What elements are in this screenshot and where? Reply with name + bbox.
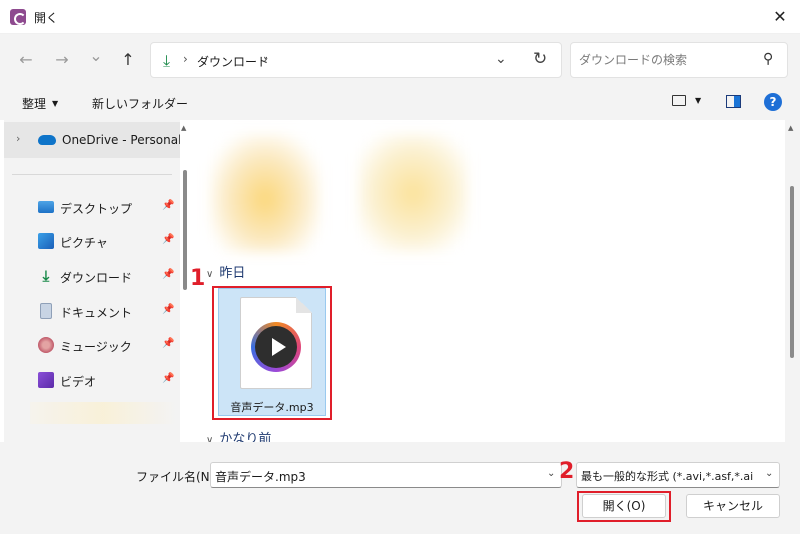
breadcrumb-separator[interactable]: ›: [263, 52, 268, 66]
organize-menu[interactable]: 整理 ▼: [22, 95, 58, 112]
refresh-icon[interactable]: ↻: [533, 49, 547, 69]
annotation-highlight-open: [577, 491, 671, 522]
close-button[interactable]: ✕: [762, 4, 798, 30]
group-label: 昨日: [219, 266, 246, 281]
sidebar-item-desktop[interactable]: デスクトップ 📌: [4, 190, 180, 224]
command-bar: 整理 ▼ 新しいフォルダー ▼ ?: [0, 86, 800, 120]
desktop-icon: [38, 201, 54, 213]
video-icon: [38, 372, 54, 388]
expand-chevron-icon[interactable]: ›: [16, 132, 20, 145]
chevron-down-icon: ∨: [206, 435, 214, 442]
documents-icon: [40, 303, 52, 319]
search-input[interactable]: [579, 51, 759, 69]
pin-icon: 📌: [162, 200, 175, 211]
sidebar-item-videos[interactable]: ビデオ 📌: [4, 363, 180, 397]
scroll-up-icon[interactable]: ▲: [788, 124, 793, 132]
navigation-pane: › OneDrive - Personal デスクトップ 📌 ピクチャ 📌 ⤓ …: [4, 120, 180, 442]
content-scrollbar[interactable]: [790, 186, 794, 358]
sidebar-item-pictures[interactable]: ピクチャ 📌: [4, 224, 180, 258]
sidebar-item-onedrive[interactable]: › OneDrive - Personal: [4, 122, 180, 158]
help-icon[interactable]: ?: [764, 93, 782, 111]
download-icon: ⤓: [163, 51, 171, 70]
new-folder-button[interactable]: 新しいフォルダー: [92, 95, 188, 112]
preview-pane-icon[interactable]: [726, 95, 741, 108]
pictures-icon: [38, 233, 54, 249]
blurred-thumbnail: [210, 134, 320, 252]
navigation-bar: ← → ⌄ ↑ ⤓ › ダウンロード › ⌄ ↻ ⚲: [0, 34, 800, 86]
group-label: かなり前: [219, 432, 272, 442]
chevron-down-icon: ∨: [206, 269, 214, 280]
filename-field[interactable]: 音声データ.mp3 ⌄: [210, 462, 562, 488]
sidebar-divider: [12, 174, 172, 175]
pin-icon: 📌: [162, 338, 175, 349]
up-arrow-icon[interactable]: ↑: [116, 48, 140, 72]
sidebar-scrollbar[interactable]: [183, 170, 187, 290]
window-title: 開く: [34, 11, 59, 25]
breadcrumb-downloads[interactable]: ダウンロード: [197, 53, 269, 70]
sidebar-item-documents[interactable]: ドキュメント 📌: [4, 294, 180, 328]
sidebar-item-label: ピクチャ: [60, 236, 108, 250]
filename-value[interactable]: 音声データ.mp3: [215, 468, 306, 485]
sidebar-item-label: ビデオ: [60, 375, 97, 389]
sidebar-item-label: ダウンロード: [60, 271, 133, 285]
caret-down-icon: ▼: [52, 99, 59, 108]
group-header-long-ago[interactable]: ∨ かなり前: [206, 428, 271, 442]
chevron-down-icon[interactable]: ⌄: [765, 468, 773, 479]
breadcrumb-separator: ›: [183, 52, 188, 66]
pin-icon: 📌: [162, 373, 175, 384]
onedrive-cloud-icon: [38, 135, 56, 145]
search-icon[interactable]: ⚲: [763, 51, 773, 67]
pin-icon: 📌: [162, 269, 175, 280]
pin-icon: 📌: [162, 304, 175, 315]
organize-label: 整理: [22, 97, 47, 111]
scroll-up-icon[interactable]: ▲: [181, 124, 186, 132]
forward-arrow-icon[interactable]: →: [50, 48, 74, 72]
app-icon: [10, 9, 26, 25]
filename-label: ファイル名(N):: [136, 470, 219, 484]
sidebar-item-music[interactable]: ミュージック 📌: [4, 328, 180, 362]
filetype-value: 最も一般的な形式 (*.avi,*.asf,*.ai: [581, 470, 754, 483]
chevron-down-icon[interactable]: ⌄: [547, 468, 555, 479]
sidebar-item-label: デスクトップ: [60, 202, 133, 216]
caret-down-icon[interactable]: ▼: [695, 96, 701, 105]
sidebar-item-label: ドキュメント: [60, 306, 133, 320]
back-arrow-icon[interactable]: ←: [14, 48, 38, 72]
sidebar-item-label: OneDrive - Personal: [62, 133, 180, 147]
blurred-thumbnail: [358, 134, 468, 252]
pin-icon: 📌: [162, 234, 175, 245]
sidebar-item-label: ミュージック: [60, 340, 132, 354]
view-mode-icon[interactable]: [672, 95, 686, 106]
filetype-select[interactable]: 最も一般的な形式 (*.avi,*.asf,*.ai ⌄: [576, 462, 780, 488]
recent-locations-icon[interactable]: ⌄: [84, 44, 108, 68]
cancel-button[interactable]: キャンセル: [686, 494, 780, 518]
search-box[interactable]: ⚲: [570, 42, 788, 78]
dialog-footer: ファイル名(N): 音声データ.mp3 ⌄ 最も一般的な形式 (*.avi,*.…: [0, 442, 800, 534]
chevron-down-icon[interactable]: ⌄: [495, 51, 507, 67]
blurred-sidebar-item: [30, 402, 176, 424]
group-header-yesterday[interactable]: ∨ 昨日: [206, 262, 245, 281]
annotation-step-2: 2: [559, 459, 575, 484]
address-bar[interactable]: ⤓ › ダウンロード › ⌄ ↻: [150, 42, 562, 78]
annotation-highlight-file: [212, 286, 332, 420]
annotation-step-1: 1: [190, 266, 206, 291]
music-icon: [38, 337, 54, 353]
title-bar: 開く ✕: [0, 0, 800, 34]
sidebar-item-downloads[interactable]: ⤓ ダウンロード 📌: [4, 259, 180, 293]
download-icon: ⤓: [42, 267, 50, 285]
